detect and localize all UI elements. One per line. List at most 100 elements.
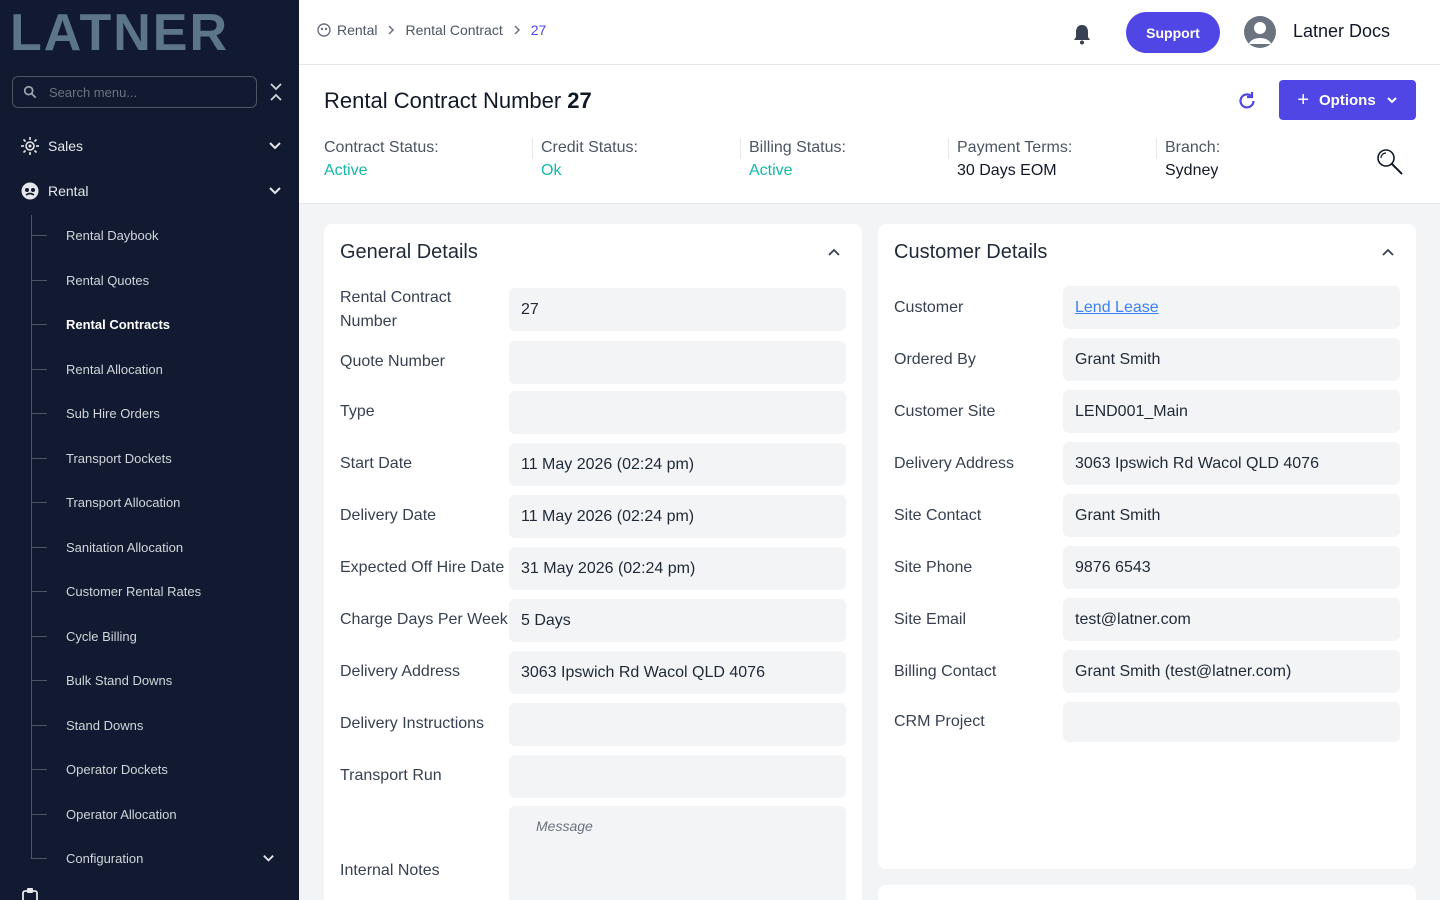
field-label: Delivery Date xyxy=(340,507,437,524)
tree-branch xyxy=(31,635,47,637)
customer-site-field[interactable]: LEND001_Main xyxy=(1063,390,1400,433)
refresh-icon[interactable] xyxy=(1236,90,1258,112)
sidebar-item-rental-contracts[interactable]: Rental Contracts xyxy=(31,312,291,336)
sidebar-item-label: Transport Allocation xyxy=(66,494,181,510)
plus-icon: + xyxy=(1297,89,1309,111)
sidebar-item-operator-dockets[interactable]: Operator Dockets xyxy=(31,757,291,781)
sidebar-item-stand-downs[interactable]: Stand Downs xyxy=(31,713,291,737)
chevron-up-icon[interactable] xyxy=(826,244,842,260)
breadcrumb-rental-contract[interactable]: Rental Contract xyxy=(405,22,502,38)
rental-icon xyxy=(317,23,331,37)
sidebar-item-sanitation-allocation[interactable]: Sanitation Allocation xyxy=(31,535,291,559)
transport-run-field[interactable] xyxy=(509,755,846,798)
support-button[interactable]: Support xyxy=(1126,12,1220,53)
field-label: Site Email xyxy=(894,611,967,628)
field-label: Customer xyxy=(894,299,964,316)
sidebar-item-label: Rental Contracts xyxy=(66,316,171,332)
sidebar-item-label: Rental Quotes xyxy=(66,272,150,288)
sidebar-item-label: Transport Dockets xyxy=(66,450,172,466)
sidebar-item-label: Operator Allocation xyxy=(66,806,177,822)
quote-number-field[interactable] xyxy=(509,341,846,384)
breadcrumb-rental[interactable]: Rental xyxy=(337,22,377,38)
page-title: Rental Contract Number 27 xyxy=(324,88,592,114)
sidebar-item-rental-daybook[interactable]: Rental Daybook xyxy=(31,223,291,247)
field-label: Quote Number xyxy=(340,353,445,370)
sidebar-item-label: Configuration xyxy=(66,850,144,866)
billing-status: Billing Status: Active xyxy=(749,139,846,183)
sidebar-item-label: Sub Hire Orders xyxy=(66,405,160,421)
charge-days-per-week-field[interactable]: 5 Days xyxy=(509,599,846,642)
expected-off-hire-date-field[interactable]: 31 May 2026 (02:24 pm) xyxy=(509,547,846,590)
tree-branch xyxy=(31,857,47,859)
avatar[interactable] xyxy=(1244,16,1276,48)
sidebar-item-customer-rental-rates[interactable]: Customer Rental Rates xyxy=(31,579,291,603)
site-contact-field[interactable]: Grant Smith xyxy=(1063,494,1400,537)
menu-search[interactable] xyxy=(12,76,257,108)
general-details-card: General Details Rental Contract Number 2… xyxy=(324,224,862,900)
site-phone-field[interactable]: 9876 6543 xyxy=(1063,546,1400,589)
bell-icon[interactable] xyxy=(1072,23,1092,45)
tree-branch xyxy=(31,234,47,236)
chevron-right-icon xyxy=(514,25,520,35)
search-icon xyxy=(23,85,37,99)
sidebar-item-label: Bulk Stand Downs xyxy=(66,672,173,688)
type-field[interactable] xyxy=(509,391,846,434)
magnifier-icon[interactable] xyxy=(1375,147,1405,177)
chevron-up-icon[interactable] xyxy=(1380,244,1396,260)
ordered-by-field[interactable]: Grant Smith xyxy=(1063,338,1400,381)
site-email-field[interactable]: test@latner.com xyxy=(1063,598,1400,641)
tree-branch xyxy=(31,724,47,726)
start-date-field[interactable]: 11 May 2026 (02:24 pm) xyxy=(509,443,846,486)
user-name[interactable]: Latner Docs xyxy=(1293,21,1390,42)
sidebar-item-label: Operator Dockets xyxy=(66,761,168,777)
rental-icon xyxy=(20,181,40,201)
clipboard-icon[interactable] xyxy=(20,888,44,900)
card-title: Customer Details xyxy=(894,241,1048,263)
tree-branch xyxy=(31,368,47,370)
sidebar-item-rental-quotes[interactable]: Rental Quotes xyxy=(31,268,291,292)
status-label: Contract Status: xyxy=(324,139,439,156)
sidebar-item-rental-allocation[interactable]: Rental Allocation xyxy=(31,357,291,381)
status-value: 30 Days EOM xyxy=(957,162,1057,179)
sidebar-item-label: Rental Daybook xyxy=(66,227,159,243)
breadcrumb: Rental Rental Contract 27 xyxy=(317,22,546,38)
field-label: Expected Off Hire Date xyxy=(340,559,505,576)
customer-details-card: Customer Details Customer Lend Lease Ord… xyxy=(878,224,1416,869)
sidebar-item-transport-allocation[interactable]: Transport Allocation xyxy=(31,490,291,514)
card-title: General Details xyxy=(340,241,478,263)
chevron-right-icon xyxy=(388,25,395,35)
field-label: Site Contact xyxy=(894,507,982,524)
chevron-down-icon xyxy=(269,142,281,150)
crm-project-field[interactable] xyxy=(1063,702,1400,742)
customer-link[interactable]: Lend Lease xyxy=(1075,299,1159,317)
sidebar-item-label: Rental Allocation xyxy=(66,361,163,377)
sidebar-item-sub-hire-orders[interactable]: Sub Hire Orders xyxy=(31,401,291,425)
next-card xyxy=(878,885,1416,900)
sidebar-item-operator-allocation[interactable]: Operator Allocation xyxy=(31,802,291,826)
delivery-address-field[interactable]: 3063 Ipswich Rd Wacol QLD 4076 xyxy=(509,651,846,694)
menu-search-input[interactable] xyxy=(49,84,239,100)
billing-contact-field[interactable]: Grant Smith (test@latner.com) xyxy=(1063,650,1400,693)
latner-logo[interactable]: LATNER xyxy=(10,4,280,62)
tree-branch xyxy=(31,813,47,815)
sidebar-item-sales[interactable]: Sales xyxy=(20,133,290,159)
sidebar-item-rental[interactable]: Rental xyxy=(20,178,290,204)
sidebar-item-transport-dockets[interactable]: Transport Dockets xyxy=(31,446,291,470)
payment-terms: Payment Terms: 30 Days EOM xyxy=(957,139,1072,183)
delivery-date-field[interactable]: 11 May 2026 (02:24 pm) xyxy=(509,495,846,538)
status-value: Ok xyxy=(541,162,562,179)
options-button[interactable]: + Options xyxy=(1279,80,1416,120)
tree-branch xyxy=(31,323,47,325)
collapse-all-icon[interactable] xyxy=(268,82,284,102)
page-header: Rental Contract Number 27 + Options Contr… xyxy=(299,65,1440,204)
field-label: Customer Site xyxy=(894,403,996,420)
sidebar-item-cycle-billing[interactable]: Cycle Billing xyxy=(31,624,291,648)
sidebar-item-configuration[interactable]: Configuration xyxy=(31,846,291,870)
divider xyxy=(948,139,949,159)
delivery-instructions-field[interactable] xyxy=(509,703,846,746)
rental-contract-number-field[interactable]: 27 xyxy=(509,288,846,331)
internal-notes-textarea[interactable] xyxy=(509,806,846,900)
delivery-address-field[interactable]: 3063 Ipswich Rd Wacol QLD 4076 xyxy=(1063,442,1400,485)
sidebar-item-bulk-stand-downs[interactable]: Bulk Stand Downs xyxy=(31,668,291,692)
sidebar-item-label: Stand Downs xyxy=(66,717,144,733)
